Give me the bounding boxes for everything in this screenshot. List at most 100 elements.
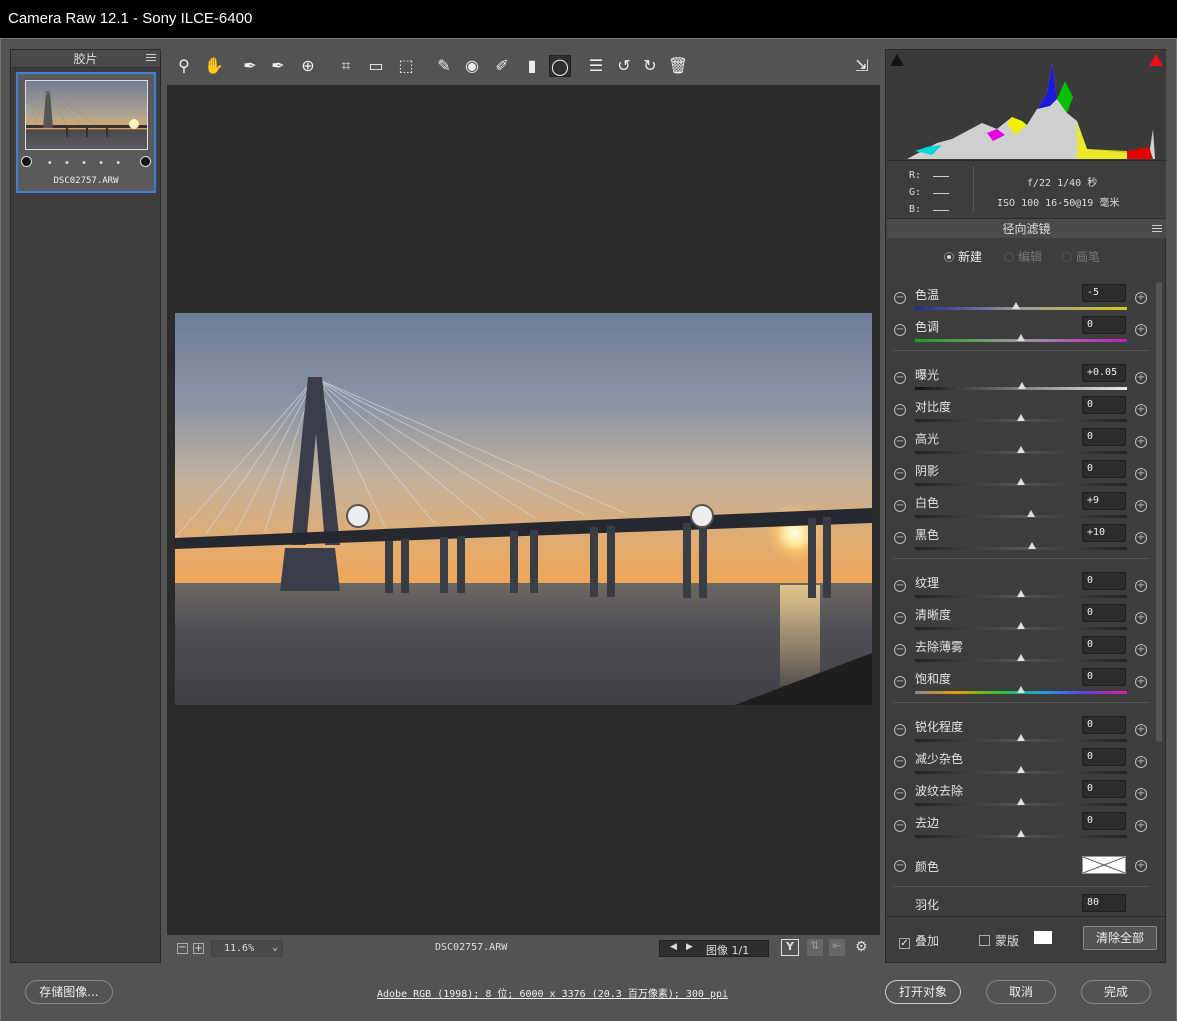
increase-icon[interactable]: + <box>1135 820 1147 832</box>
slider-knob[interactable] <box>1017 446 1025 453</box>
increase-icon[interactable]: + <box>1135 324 1147 336</box>
slider-value-input[interactable]: 0 <box>1082 572 1126 590</box>
increase-icon[interactable]: + <box>1135 500 1147 512</box>
zoom-in-button[interactable]: + <box>193 943 204 954</box>
clear-all-button[interactable]: 清除全部 <box>1083 926 1157 950</box>
slider-value-input[interactable]: 0 <box>1082 636 1126 654</box>
rotate-left-icon[interactable]: ↺ <box>613 55 635 77</box>
slider-knob[interactable] <box>1011 302 1020 309</box>
increase-icon[interactable]: + <box>1135 372 1147 384</box>
slider-knob[interactable] <box>1017 478 1025 485</box>
done-button[interactable]: 完成 <box>1081 980 1151 1004</box>
decrease-icon[interactable]: − <box>894 500 906 512</box>
straighten-tool-icon[interactable]: ▭ <box>365 55 387 77</box>
increase-icon[interactable]: + <box>1135 788 1147 800</box>
mode-new[interactable]: 新建 <box>944 248 982 265</box>
feather-value-input[interactable]: 80 <box>1082 894 1126 912</box>
slider-knob[interactable] <box>1017 734 1025 741</box>
zoom-level-select[interactable]: 11.6% ⌄ <box>211 940 283 957</box>
slider-knob[interactable] <box>1017 622 1025 629</box>
rating-dots[interactable]: • • • • • <box>18 158 154 169</box>
slider-track[interactable] <box>915 515 1127 518</box>
slider-knob[interactable] <box>1018 382 1027 389</box>
copy-settings-icon[interactable]: ⇤ <box>829 939 845 956</box>
radial-filter-handle-right[interactable] <box>690 504 714 528</box>
panel-scrollbar[interactable] <box>1154 272 1164 912</box>
zoom-tool-icon[interactable]: ⚲ <box>173 55 195 77</box>
mode-brush[interactable]: 画笔 <box>1062 248 1100 265</box>
slider-value-input[interactable]: 0 <box>1082 748 1126 766</box>
slider-value-input[interactable]: 0 <box>1082 812 1126 830</box>
radio-brush[interactable] <box>1062 252 1072 262</box>
graduated-filter-icon[interactable]: ▮ <box>521 55 543 77</box>
cancel-button[interactable]: 取消 <box>986 980 1056 1004</box>
slider-value-input[interactable]: -5 <box>1082 284 1126 302</box>
decrease-icon[interactable]: − <box>894 612 906 624</box>
slider-value-input[interactable]: 0 <box>1082 604 1126 622</box>
increase-icon[interactable]: + <box>1135 580 1147 592</box>
decrease-icon[interactable]: − <box>894 756 906 768</box>
swap-settings-icon[interactable]: ⇅ <box>807 939 823 956</box>
fullscreen-toggle-icon[interactable]: ⇲ <box>851 55 873 77</box>
preview-photo[interactable] <box>175 313 872 705</box>
red-eye-tool-icon[interactable]: ◉ <box>461 55 483 77</box>
slider-knob[interactable] <box>1017 686 1025 693</box>
slider-knob[interactable] <box>1026 510 1035 517</box>
adjustment-brush-icon[interactable]: ✐ <box>491 55 513 77</box>
mode-edit[interactable]: 编辑 <box>1004 248 1042 265</box>
panel-menu-icon[interactable] <box>1152 225 1162 234</box>
decrease-icon[interactable]: − <box>894 820 906 832</box>
increase-icon[interactable]: + <box>1135 644 1147 656</box>
transform-tool-icon[interactable]: ⬚ <box>395 55 417 77</box>
radio-new[interactable] <box>944 252 954 262</box>
decrease-icon[interactable]: − <box>894 468 906 480</box>
increase-icon[interactable]: + <box>1135 436 1147 448</box>
color-swatch[interactable] <box>1082 856 1126 874</box>
decrease-icon[interactable]: − <box>894 372 906 384</box>
previous-image-icon[interactable]: ◀ <box>670 942 677 952</box>
slider-knob[interactable] <box>1017 334 1025 341</box>
slider-track[interactable] <box>915 307 1127 310</box>
slider-value-input[interactable]: 0 <box>1082 428 1126 446</box>
radial-filter-handle-left[interactable] <box>346 504 370 528</box>
increase-icon[interactable]: + <box>1135 756 1147 768</box>
slider-value-input[interactable]: 0 <box>1082 396 1126 414</box>
zoom-out-button[interactable]: − <box>177 943 188 954</box>
slider-knob[interactable] <box>1017 414 1025 421</box>
filmstrip-thumbnail[interactable]: • • • • • DSC02757.ARW <box>16 72 156 193</box>
decrease-icon[interactable]: − <box>894 580 906 592</box>
increase-icon[interactable]: + <box>1135 292 1147 304</box>
image-canvas[interactable] <box>167 85 880 935</box>
decrease-icon[interactable]: − <box>894 404 906 416</box>
slider-value-input[interactable]: 0 <box>1082 668 1126 686</box>
slider-value-input[interactable]: 0 <box>1082 716 1126 734</box>
trash-icon[interactable]: 🗑 <box>667 55 689 77</box>
rotate-right-icon[interactable]: ↻ <box>639 55 661 77</box>
decrease-icon[interactable]: − <box>894 788 906 800</box>
decrease-icon[interactable]: − <box>894 292 906 304</box>
before-after-toggle-button[interactable]: Y <box>781 939 799 956</box>
slider-value-input[interactable]: +0.05 <box>1082 364 1126 382</box>
radio-edit[interactable] <box>1004 252 1014 262</box>
increase-icon[interactable]: + <box>1135 468 1147 480</box>
decrease-icon[interactable]: − <box>894 644 906 656</box>
spot-removal-tool-icon[interactable]: ✎ <box>433 55 455 77</box>
targeted-adjustment-tool-icon[interactable]: ⊕ <box>297 55 319 77</box>
color-sampler-tool-icon[interactable]: ✒ <box>267 55 289 77</box>
increase-icon[interactable]: + <box>1135 724 1147 736</box>
decrease-icon[interactable]: − <box>894 676 906 688</box>
slider-knob[interactable] <box>1017 590 1025 597</box>
overlay-check-icon[interactable]: ✓ <box>899 938 910 949</box>
slider-knob[interactable] <box>1017 654 1025 661</box>
white-balance-tool-icon[interactable]: ✒ <box>239 55 261 77</box>
scrollbar-thumb[interactable] <box>1156 282 1162 742</box>
decrease-icon[interactable]: − <box>894 324 906 336</box>
filmstrip-menu-icon[interactable] <box>146 54 156 63</box>
preferences-icon[interactable]: ☰ <box>585 55 607 77</box>
mask-color-swatch[interactable] <box>1034 931 1052 944</box>
increase-icon[interactable]: + <box>1135 612 1147 624</box>
slider-value-input[interactable]: 0 <box>1082 780 1126 798</box>
decrease-icon[interactable]: − <box>894 436 906 448</box>
decrease-icon[interactable]: − <box>894 860 906 872</box>
hand-tool-icon[interactable]: ✋ <box>203 55 225 77</box>
